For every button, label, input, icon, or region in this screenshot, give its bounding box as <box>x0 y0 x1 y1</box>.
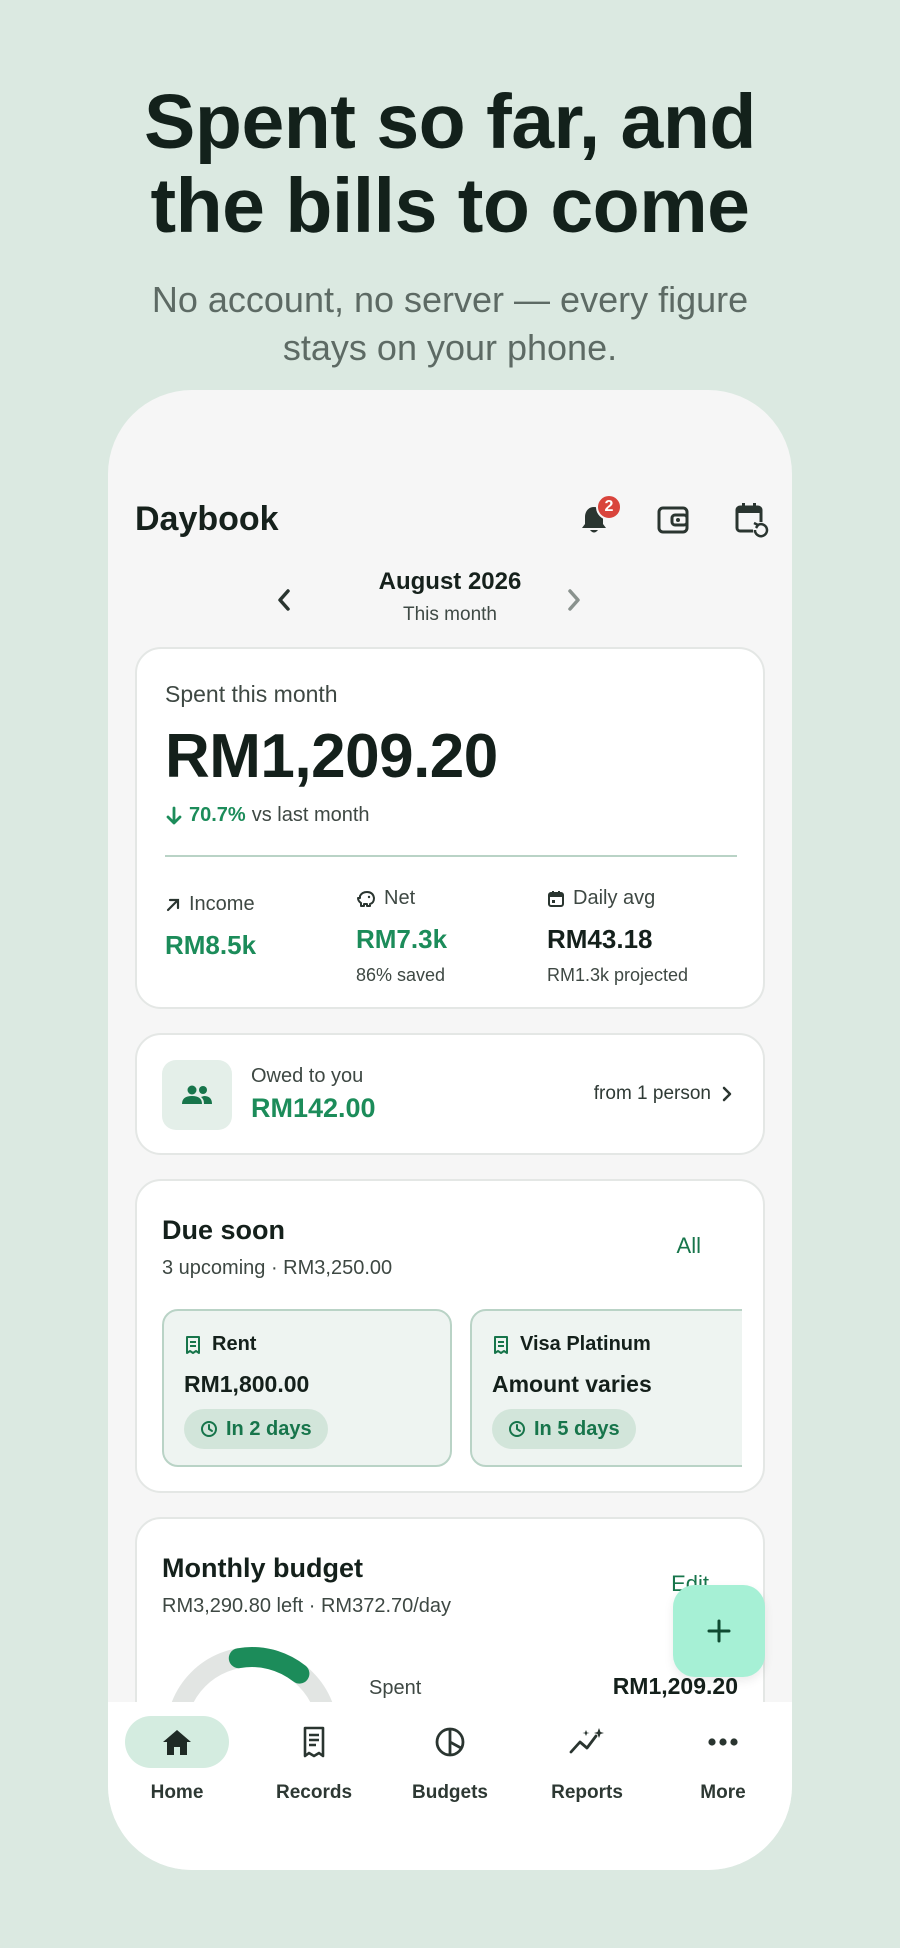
bill-name: Visa Platinum <box>520 1333 651 1355</box>
owed-amount: RM142.00 <box>251 1093 376 1123</box>
piggy-bank-icon <box>357 890 375 907</box>
daily-average-value: RM43.18 <box>547 924 653 954</box>
next-month-button[interactable] <box>554 580 594 620</box>
due-text: In 2 days <box>226 1417 312 1440</box>
owed-from: from 1 person <box>594 1083 733 1105</box>
bills-carousel[interactable]: Rent RM1,800.00 In 2 days Visa Platinum … <box>162 1309 742 1469</box>
receipt-icon <box>186 1335 200 1354</box>
budget-spent-label: Spent <box>369 1677 422 1699</box>
notification-badge: 2 <box>596 494 622 520</box>
pie-icon <box>435 1727 465 1757</box>
calendar-refresh-icon <box>735 503 769 538</box>
wallet-button[interactable] <box>649 496 697 544</box>
daily-average-stat: Daily avg RM43.18 RM1.3k projected <box>547 887 688 986</box>
divider <box>165 855 737 857</box>
nav-label: Budgets <box>412 1782 488 1803</box>
budget-title: Monthly budget <box>162 1553 363 1583</box>
income-value: RM8.5k <box>165 930 257 960</box>
chevron-right-icon <box>568 589 580 611</box>
headline-line-1: Spent so far, and <box>144 79 756 165</box>
phone-screen: Daybook 2 August 2026 This month Spent t… <box>108 390 792 1870</box>
spending-summary-card[interactable]: Spent this month RM1,209.20 70.7% vs las… <box>135 647 765 1009</box>
wallet-icon <box>657 506 689 534</box>
chart-sparkle-icon <box>569 1728 604 1754</box>
add-transaction-button[interactable] <box>673 1585 765 1677</box>
trend-percentage: 70.7% <box>189 804 246 826</box>
arrow-up-right-icon <box>166 898 180 911</box>
due-badge: In 5 days <box>492 1409 636 1449</box>
nav-label: Home <box>150 1782 204 1803</box>
notifications-button[interactable]: 2 <box>570 494 622 544</box>
budget-spent-value: RM1,209.20 <box>612 1673 738 1699</box>
bill-name: Rent <box>212 1333 257 1355</box>
owed-to-you-card[interactable]: Owed to you RM142.00 from 1 person <box>135 1033 765 1155</box>
spent-amount: RM1,209.20 <box>165 722 498 791</box>
bill-amount: Amount varies <box>492 1371 652 1397</box>
people-icon <box>182 1085 212 1104</box>
net-label: Net <box>384 887 416 909</box>
subline-line-1: No account, no server — every figure <box>151 279 749 320</box>
income-label: Income <box>189 893 255 915</box>
nav-label: Records <box>275 1782 353 1803</box>
chevron-right-icon <box>722 1086 732 1102</box>
daily-average-subtext: RM1.3k projected <box>547 965 689 985</box>
nav-home[interactable]: Home <box>122 1716 232 1816</box>
promo-subline: No account, no server — every figure sta… <box>0 276 900 372</box>
nav-label: Reports <box>551 1782 623 1803</box>
arrow-down-icon <box>166 806 182 824</box>
home-icon <box>163 1730 191 1755</box>
spent-label: Spent this month <box>165 681 338 707</box>
due-text: In 5 days <box>534 1417 620 1440</box>
clock-icon <box>201 1421 217 1437</box>
promo-headline: Spent so far, and the bills to come <box>0 80 900 248</box>
nav-reports[interactable]: Reports <box>532 1716 642 1816</box>
income-stat: Income RM8.5k <box>165 887 256 961</box>
nav-more[interactable]: More <box>668 1716 778 1816</box>
budget-gauge-fill <box>228 1647 310 1684</box>
net-value: RM7.3k <box>356 924 448 954</box>
app-bar: Daybook 2 <box>108 490 792 550</box>
more-icon <box>708 1738 738 1746</box>
net-stat: Net RM7.3k 86% saved <box>356 887 447 986</box>
owed-from-text: from 1 person <box>593 1083 711 1104</box>
receipt-icon <box>303 1726 325 1758</box>
bill-card[interactable]: Rent RM1,800.00 In 2 days <box>162 1309 452 1467</box>
bill-card[interactable]: Visa Platinum Amount varies In 5 days <box>470 1309 742 1467</box>
budget-subtitle: RM3,290.80 left · RM372.70/day <box>162 1595 452 1617</box>
nav-label: More <box>700 1782 746 1803</box>
month-subtitle: This month <box>403 604 497 625</box>
nav-records[interactable]: Records <box>259 1716 369 1816</box>
net-subtext: 86% saved <box>356 965 446 985</box>
nav-budgets[interactable]: Budgets <box>395 1716 505 1816</box>
plus-icon <box>707 1619 731 1643</box>
daily-average-label: Daily avg <box>573 887 656 909</box>
owed-label: Owed to you <box>251 1065 364 1087</box>
calendar-button[interactable] <box>728 496 776 544</box>
due-soon-subtitle: 3 upcoming · RM3,250.00 <box>162 1257 393 1279</box>
all-bills-link[interactable]: All <box>677 1233 701 1259</box>
month-navigator: August 2026 This month <box>108 568 792 632</box>
spending-trend: 70.7% vs last month <box>165 804 370 827</box>
calendar-icon <box>548 890 564 907</box>
bill-amount: RM1,800.00 <box>184 1371 310 1397</box>
clock-icon <box>509 1421 525 1437</box>
app-title: Daybook <box>135 500 279 538</box>
trend-text: vs last month <box>251 804 370 826</box>
bottom-navigation: Home Records Budgets Reports More <box>108 1702 792 1870</box>
due-soon-title: Due soon <box>162 1215 286 1245</box>
due-soon-card: Due soon 3 upcoming · RM3,250.00 All Ren… <box>135 1179 765 1493</box>
month-title[interactable]: August 2026 <box>108 568 792 596</box>
due-badge: In 2 days <box>184 1409 328 1449</box>
headline-line-2: the bills to come <box>150 163 750 249</box>
subline-line-2: stays on your phone. <box>282 327 618 368</box>
receipt-icon <box>494 1335 508 1354</box>
